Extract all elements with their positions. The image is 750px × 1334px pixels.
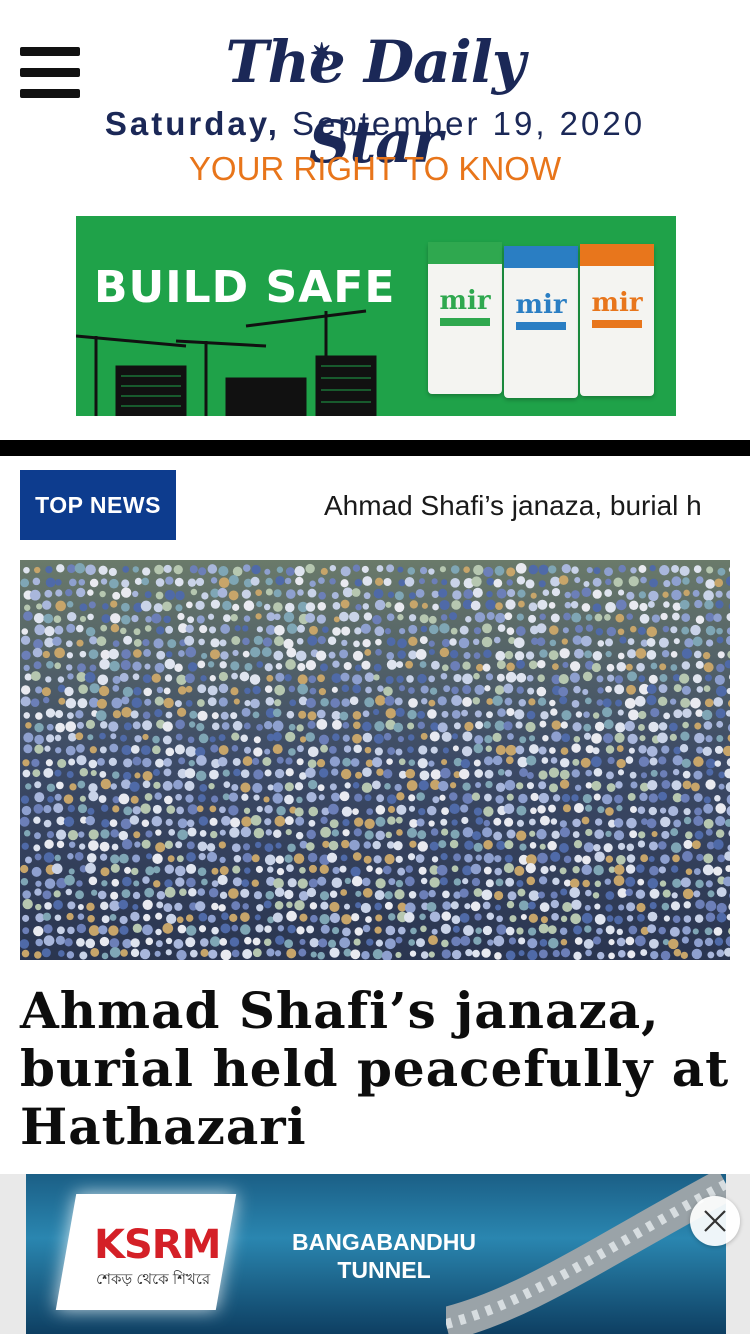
- brand-slogan: শেকড় থেকে শিখরে: [96, 1271, 211, 1288]
- star-icon: ✷: [310, 37, 333, 70]
- brand-logo: KSRM: [94, 1222, 221, 1268]
- site-header: ✷ The Daily Star Saturday, September 19,…: [0, 0, 750, 200]
- ad-banner-top[interactable]: BUILD SAFE mir mir mir: [76, 216, 676, 416]
- crowd-prayer-image: [20, 560, 730, 960]
- current-date: Saturday, September 19, 2020: [0, 104, 750, 144]
- news-ticker: TOP NEWS Ahmad Shafi’s janaza, burial h: [0, 470, 750, 540]
- close-ad-button[interactable]: [690, 1196, 740, 1246]
- construction-skyline-graphic: [76, 309, 377, 416]
- date-day: Saturday,: [104, 105, 280, 142]
- tagline: YOUR RIGHT TO KNOW: [188, 150, 562, 187]
- cement-bag-green: mir: [428, 242, 502, 394]
- hamburger-menu-icon[interactable]: [20, 47, 80, 99]
- section-divider: [0, 440, 750, 456]
- steel-rebar-graphic: [446, 1174, 726, 1334]
- ticker-headline[interactable]: Ahmad Shafi’s janaza, burial h: [324, 470, 702, 540]
- ad-headline: BUILD SAFE: [94, 262, 396, 313]
- cement-bag-blue: mir: [504, 246, 578, 398]
- top-news-badge[interactable]: TOP NEWS: [20, 470, 176, 540]
- ad-banner-bottom-container: KSRM শেকড় থেকে শিখরে BANGABANDHU TUNNEL: [0, 1174, 750, 1334]
- close-icon: [704, 1210, 726, 1232]
- cement-bag-orange: mir: [580, 244, 654, 396]
- article-headline[interactable]: Ahmad Shafi’s janaza, burial held peacef…: [20, 982, 730, 1156]
- date-rest: September 19, 2020: [279, 105, 646, 142]
- article-photo[interactable]: [20, 560, 730, 960]
- ad-banner-bottom[interactable]: KSRM শেকড় থেকে শিখরে BANGABANDHU TUNNEL: [26, 1174, 726, 1334]
